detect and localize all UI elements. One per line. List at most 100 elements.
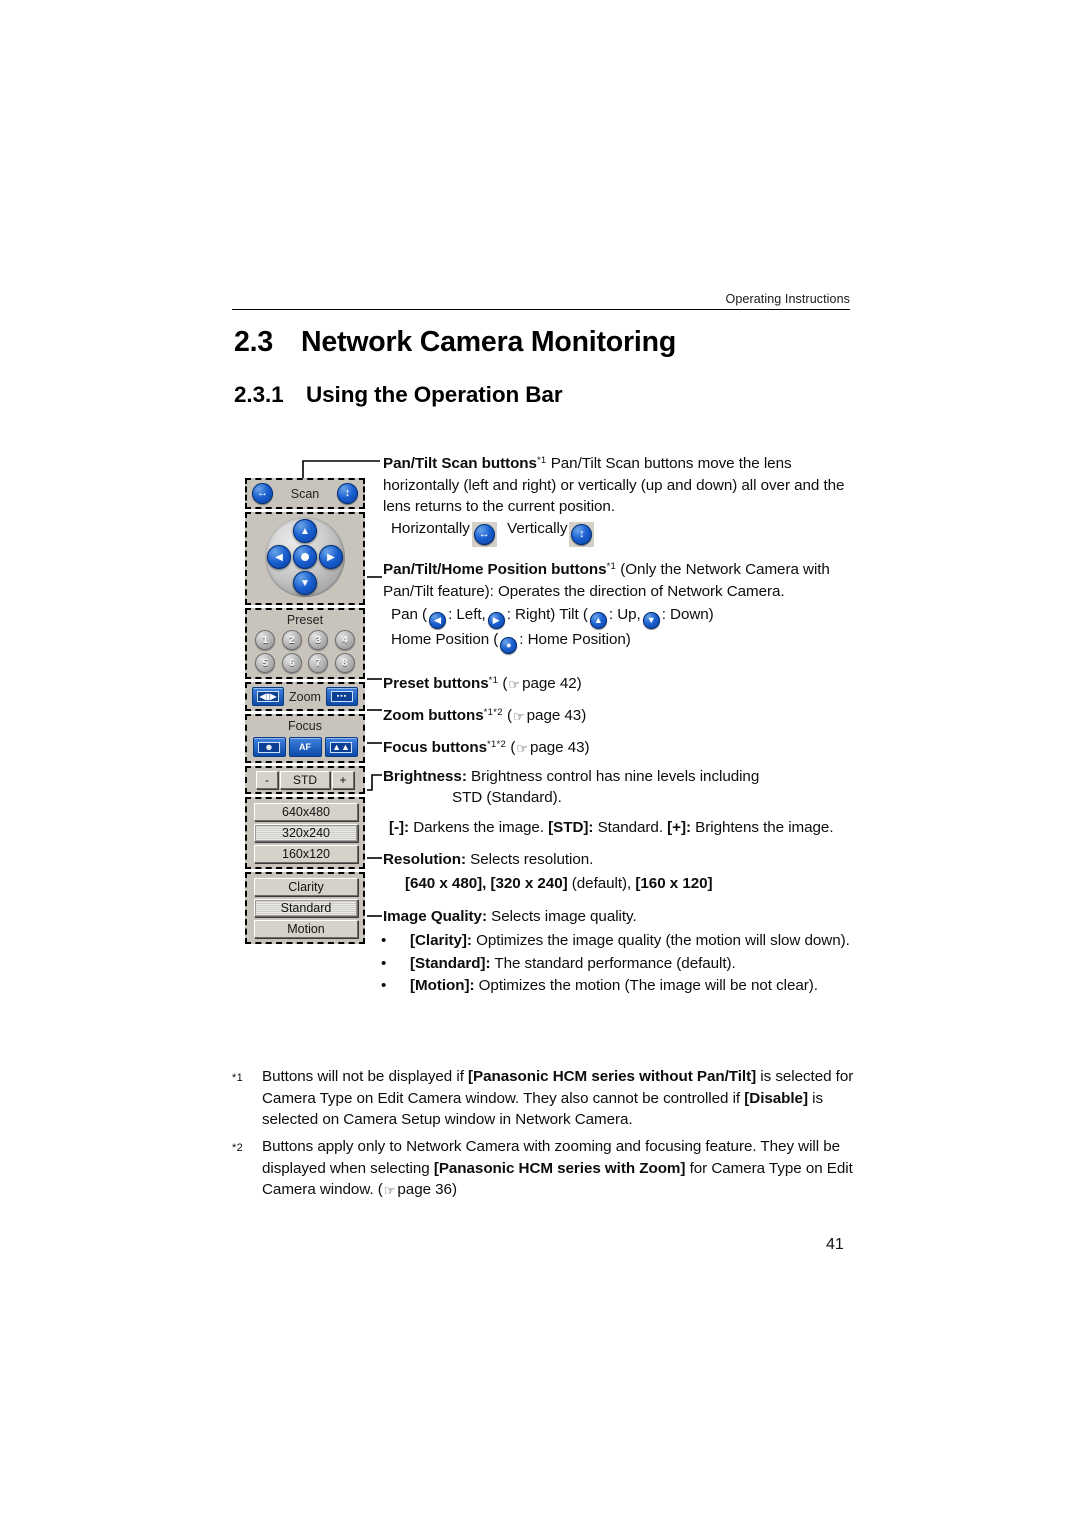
- zoom-group: ◀▮▶ Zoom ▪▪▪: [245, 682, 365, 711]
- subsection-heading: 2.3.1 Using the Operation Bar: [234, 382, 563, 408]
- list-item: • [Standard]: The standard performance (…: [381, 953, 861, 975]
- vertical-scan-icon[interactable]: ↕: [337, 483, 358, 504]
- home-position-icon: ●: [500, 637, 518, 654]
- pan-prefix: Pan (: [391, 606, 428, 623]
- image-quality-button-standard[interactable]: Standard: [254, 899, 358, 917]
- desc-preset-buttons: Preset buttons*1 (☞ page 42): [383, 670, 853, 696]
- footnote-1-part1: Buttons will not be displayed if: [262, 1068, 469, 1085]
- arrow-down-inline-icon: ▼: [642, 612, 660, 629]
- zoom-wide-icon[interactable]: ▪▪▪: [325, 687, 358, 706]
- resolution-button-320x240[interactable]: 320x240: [254, 824, 358, 842]
- image-quality-button-motion[interactable]: Motion: [254, 920, 358, 938]
- image-quality-button-clarity[interactable]: Clarity: [254, 878, 358, 896]
- subsection-number: 2.3.1: [234, 382, 284, 407]
- horizontal-scan-icon: ↔: [473, 524, 495, 545]
- footnote-2-ref-text: page 36): [397, 1181, 457, 1198]
- preset-button-6[interactable]: 6: [281, 653, 302, 673]
- list-item: • [Motion]: Optimizes the motion (The im…: [381, 975, 861, 997]
- desc-zoom-buttons: Zoom buttons*1*2 (☞ page 43): [383, 702, 853, 728]
- horizontal-scan-icon[interactable]: ↔: [252, 483, 273, 504]
- focus-label: Focus: [287, 719, 323, 733]
- preset-button-5[interactable]: 5: [255, 653, 276, 673]
- resolution-button-160x120[interactable]: 160x120: [254, 845, 358, 863]
- image-quality-stack: Clarity Standard Motion: [249, 876, 361, 940]
- brightness-minus-text: Darkens the image.: [409, 819, 549, 836]
- brightness-minus-button[interactable]: -: [256, 771, 278, 789]
- footnote-1-bold2: [Disable]: [744, 1089, 808, 1107]
- desc-pan-tilt-home-footnote: *1: [606, 561, 617, 572]
- tilt-prefix: Tilt (: [559, 606, 588, 623]
- tilt-up-label: : Up,: [608, 606, 641, 623]
- preset-button-2[interactable]: 2: [281, 630, 302, 650]
- resolution-button-640x480[interactable]: 640x480: [254, 803, 358, 821]
- vertical-scan-inline-icon: ↕: [569, 522, 595, 547]
- zoom-row: ◀▮▶ Zoom ▪▪▪: [249, 686, 361, 707]
- scan-label: Scan: [290, 486, 320, 501]
- preset-button-4[interactable]: 4: [334, 630, 355, 650]
- arrow-up-icon[interactable]: ▲: [293, 519, 317, 543]
- desc-resolution-term: Resolution:: [383, 851, 466, 868]
- subsection-title-text: Using the Operation Bar: [306, 382, 563, 407]
- arrow-left-icon[interactable]: ◀: [267, 545, 291, 569]
- operation-bar-graphic: ↔ Scan ↕ ▲ ◀ ▶ ▼ Preset 1 2 3 4 5 6 7 8: [245, 478, 365, 947]
- desc-brightness-body2: STD (Standard).: [452, 789, 562, 806]
- focus-far-icon[interactable]: ▲▲: [324, 737, 358, 757]
- desc-image-quality-body: Selects image quality.: [486, 908, 637, 925]
- arrow-down-icon[interactable]: ▼: [293, 571, 317, 595]
- preset-button-1[interactable]: 1: [255, 630, 276, 650]
- desc-scan-examples: Horizontally ↔ Vertically ↕: [391, 518, 861, 547]
- desc-zoom-term: Zoom buttons: [383, 707, 484, 724]
- scan-group: ↔ Scan ↕: [245, 478, 365, 509]
- focus-row: ☻ AF ▲▲: [249, 736, 361, 759]
- desc-zoom-ref-text: page 43): [526, 707, 587, 724]
- desc-focus-buttons: Focus buttons*1*2 (☞ page 43): [383, 734, 853, 760]
- image-quality-group: Clarity Standard Motion: [245, 872, 365, 944]
- desc-image-quality: Image Quality: Selects image quality.: [383, 906, 853, 928]
- arrow-right-icon[interactable]: ▶: [319, 545, 343, 569]
- arrow-up-inline-icon: ▲: [589, 612, 607, 629]
- desc-preset-ref-open: (: [502, 675, 508, 692]
- preset-button-3[interactable]: 3: [308, 630, 329, 650]
- desc-brightness: Brightness: Brightness control has nine …: [383, 766, 853, 788]
- focus-near-icon[interactable]: ☻: [252, 737, 286, 757]
- desc-brightness-detail: [-]: Darkens the image. [STD]: Standard.…: [389, 817, 869, 839]
- zoom-label: Zoom: [289, 689, 321, 704]
- desc-pan-tilt-home-term: Pan/Tilt/Home Position buttons: [383, 561, 607, 578]
- running-head: Operating Instructions: [725, 292, 850, 306]
- pointing-hand-icon: ☞: [508, 677, 521, 692]
- brightness-std-button[interactable]: STD: [280, 771, 330, 789]
- footnote-2-body: Buttons apply only to Network Camera wit…: [232, 1136, 857, 1202]
- desc-preset-footnote: *1: [488, 675, 499, 686]
- desc-pan-tilt-values: Pan (◀: Left, ▶: Right) Tilt (▲: Up, ▼: Do…: [391, 604, 861, 654]
- desc-focus-ref-open: (: [510, 739, 516, 756]
- bullet-icon: •: [381, 977, 387, 994]
- zoom-tele-icon[interactable]: ◀▮▶: [252, 687, 284, 706]
- preset-button-8[interactable]: 8: [334, 653, 355, 673]
- bullet-bold-clarity: [Clarity]:: [410, 932, 472, 949]
- pan-left-label: : Left,: [448, 606, 486, 623]
- bullet-text-standard: The standard performance (default).: [490, 954, 736, 972]
- desc-image-quality-term: Image Quality:: [383, 908, 487, 925]
- footnote-1-mark: *1: [232, 1072, 243, 1084]
- vertically-label: Vertically: [507, 520, 568, 537]
- brightness-std-token: [STD]:: [548, 819, 594, 836]
- brightness-plus-button[interactable]: +: [332, 771, 354, 789]
- resolution-stack: 640x480 320x240 160x120: [249, 801, 361, 865]
- section-heading: 2.3 Network Camera Monitoring: [234, 326, 676, 359]
- preset-button-7[interactable]: 7: [308, 653, 329, 673]
- home-label: : Home Position): [519, 631, 631, 648]
- resolution-group: 640x480 320x240 160x120: [245, 797, 365, 869]
- tilt-down-label: : Down): [661, 606, 714, 623]
- footnote-1-bold1: [Panasonic HCM series without Pan/Tilt]: [468, 1068, 757, 1085]
- desc-zoom-ref-open: (: [506, 707, 512, 724]
- home-prefix: Home Position (: [391, 631, 499, 648]
- bullet-icon: •: [381, 932, 387, 949]
- desc-pan-tilt-scan: Pan/Tilt Scan buttons*1 Pan/Tilt Scan bu…: [383, 450, 853, 518]
- home-position-icon[interactable]: [293, 545, 317, 569]
- pointing-hand-icon: ☞: [513, 709, 525, 724]
- desc-brightness-term: Brightness:: [383, 768, 467, 785]
- focus-auto-button[interactable]: AF: [288, 737, 322, 757]
- focus-group: Focus ☻ AF ▲▲: [245, 714, 365, 763]
- list-item: • [Clarity]: Optimizes the image quality…: [381, 930, 861, 952]
- desc-resolution-values: [640 x 480], [320 x 240] (default), [160…: [405, 873, 875, 895]
